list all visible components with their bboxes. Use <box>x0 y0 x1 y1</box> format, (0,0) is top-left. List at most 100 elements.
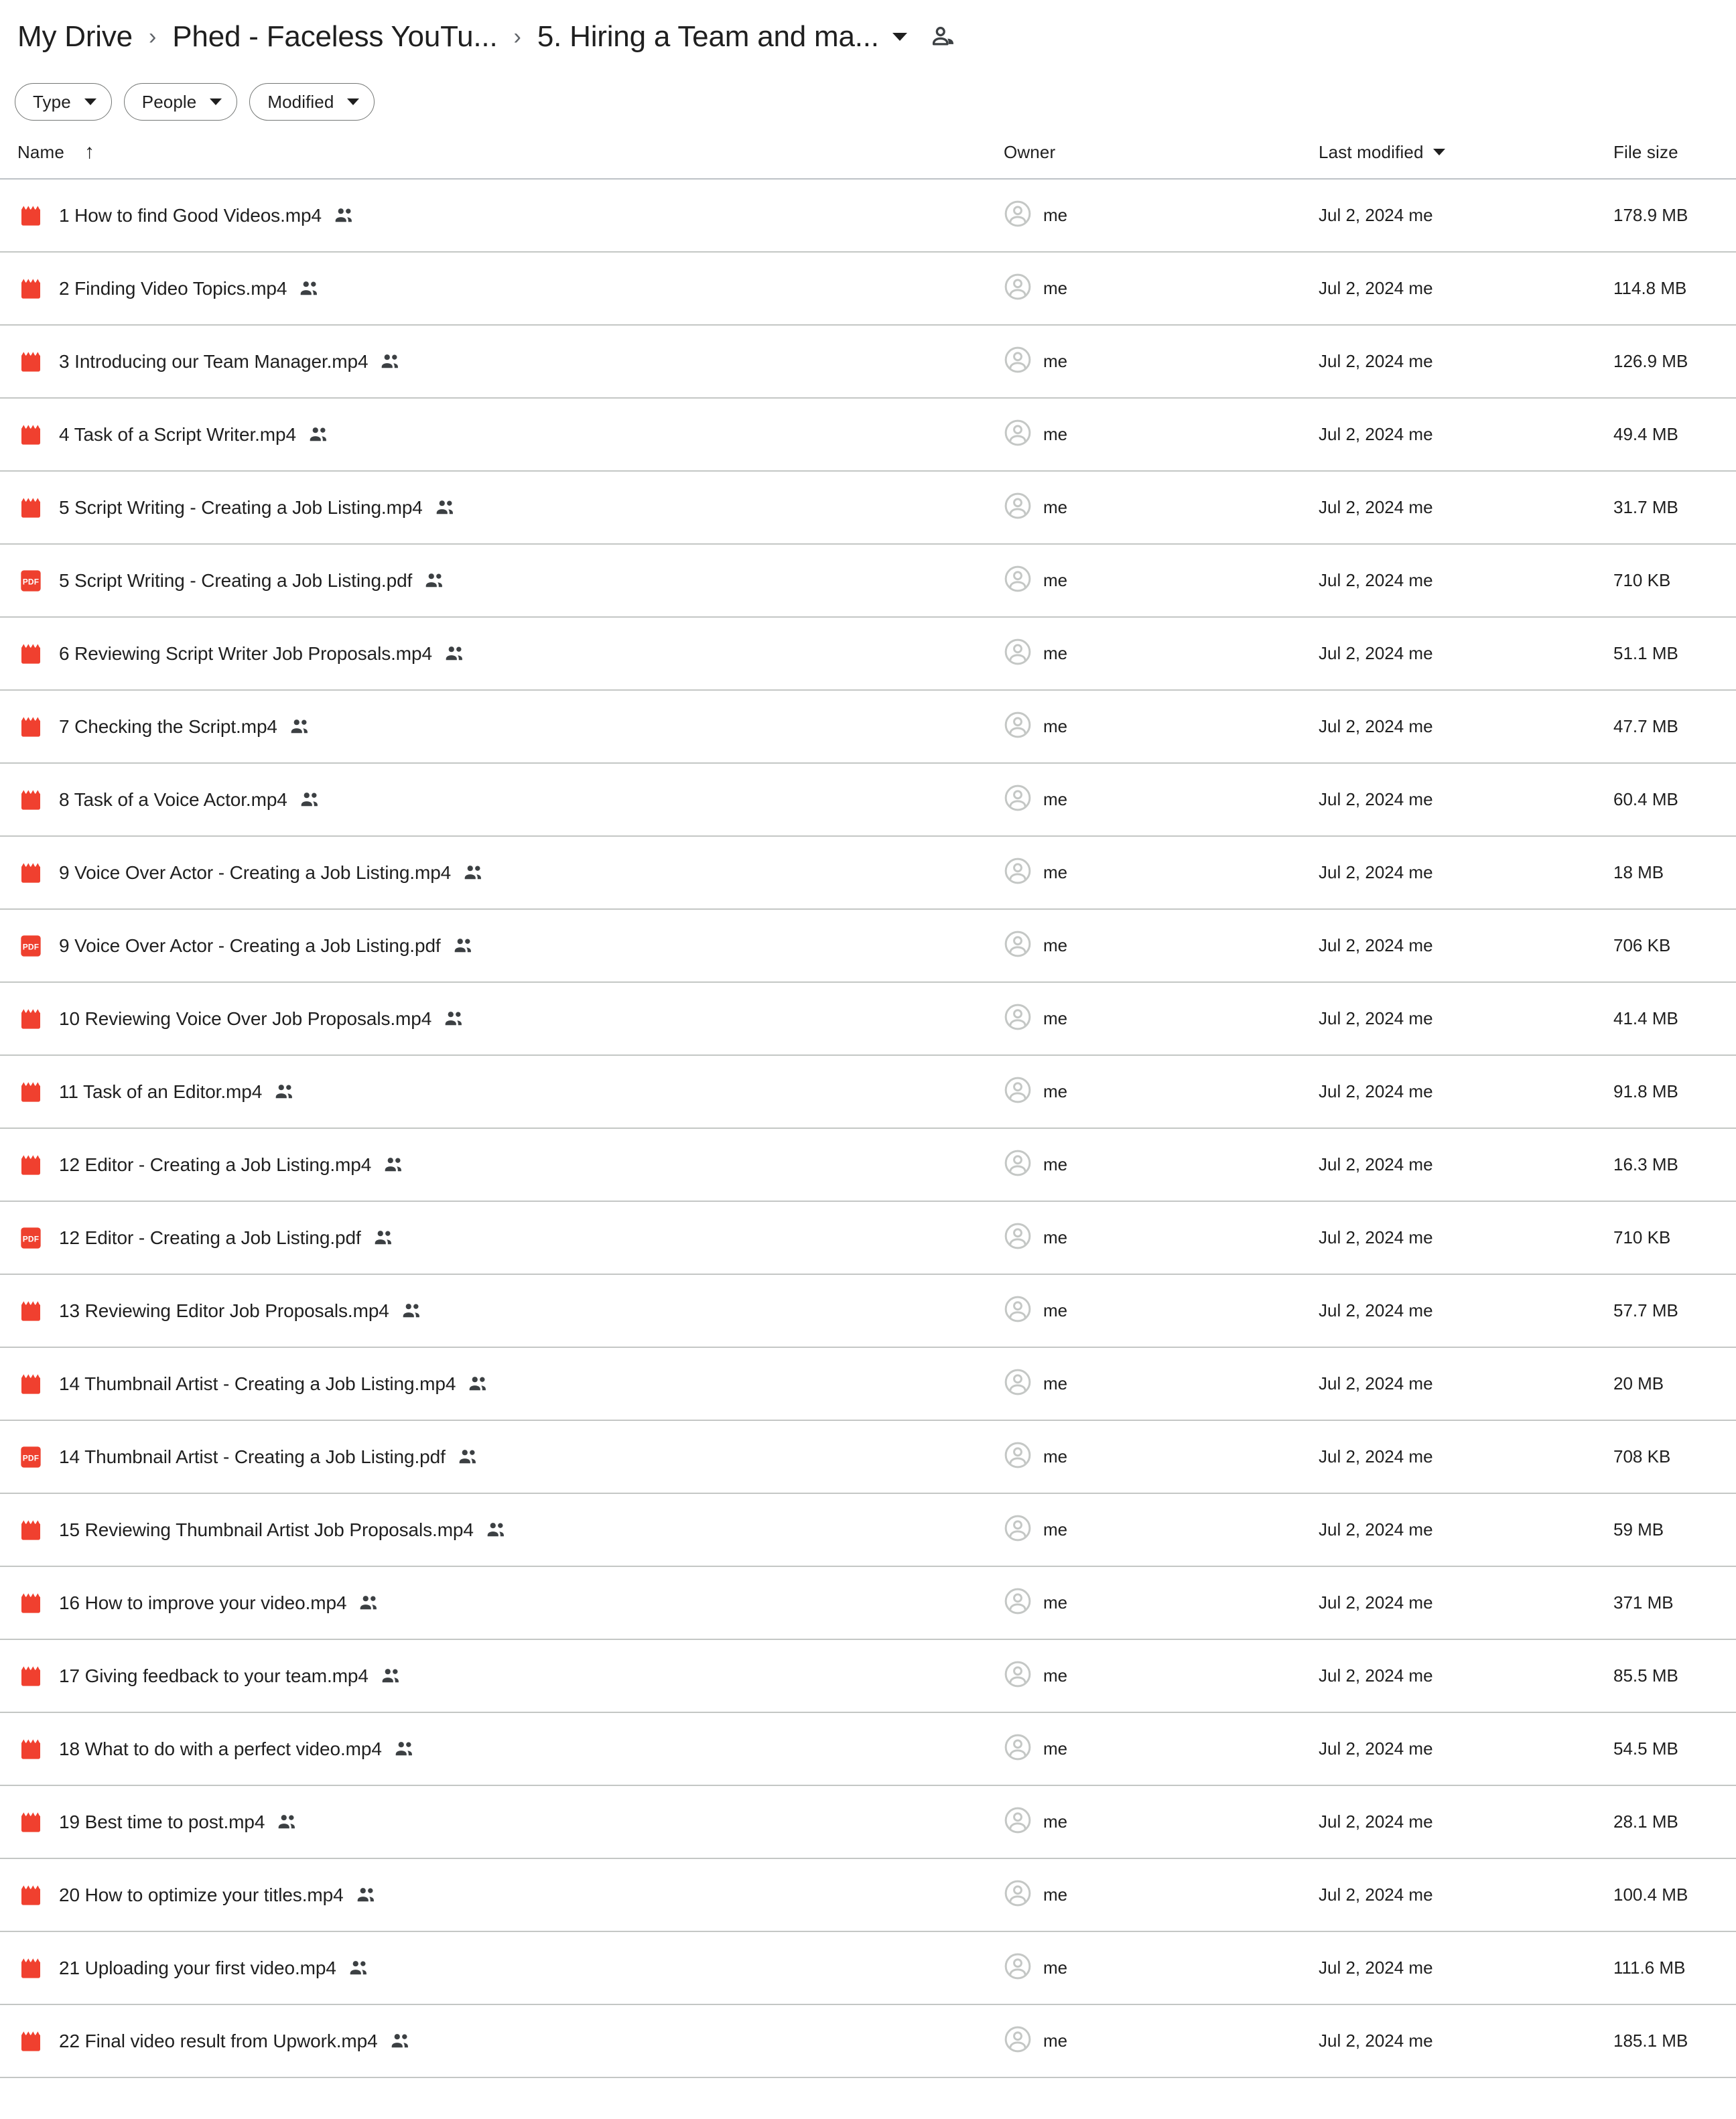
file-name-cell[interactable]: PDF 9 Voice Over Actor - Creating a Job L… <box>17 933 1004 959</box>
avatar <box>1004 1952 1032 1984</box>
file-name-cell[interactable]: 11 Task of an Editor.mp4 <box>17 1079 1004 1105</box>
filter-chip-modified[interactable]: Modified <box>249 83 375 121</box>
file-name-cell[interactable]: 20 How to optimize your titles.mp4 <box>17 1882 1004 1909</box>
video-file-icon <box>17 275 59 302</box>
last-modified-cell: Jul 2, 2024 me <box>1319 1373 1433 1393</box>
file-name-label: 20 How to optimize your titles.mp4 <box>59 1884 344 1905</box>
table-row[interactable]: 6 Reviewing Script Writer Job Proposals.… <box>0 618 1736 689</box>
table-row[interactable]: 12 Editor - Creating a Job Listing.mp4 me… <box>0 1129 1736 1201</box>
table-row[interactable]: 9 Voice Over Actor - Creating a Job List… <box>0 837 1736 908</box>
file-name-cell[interactable]: PDF 12 Editor - Creating a Job Listing.pd… <box>17 1225 1004 1251</box>
chevron-down-icon[interactable] <box>892 33 907 41</box>
file-name-cell[interactable]: 19 Best time to post.mp4 <box>17 1809 1004 1836</box>
file-name-cell[interactable]: 9 Voice Over Actor - Creating a Job List… <box>17 860 1004 886</box>
owner-name-label: me <box>1043 1081 1068 1101</box>
owner-name-label: me <box>1043 643 1068 663</box>
last-modified-cell: Jul 2, 2024 me <box>1319 862 1433 882</box>
table-row[interactable]: 15 Reviewing Thumbnail Artist Job Propos… <box>0 1494 1736 1566</box>
avatar <box>1004 638 1032 669</box>
file-name-label: 10 Reviewing Voice Over Job Proposals.mp… <box>59 1008 432 1029</box>
owner-cell: me <box>1004 1368 1319 1399</box>
avatar <box>1004 784 1032 815</box>
video-file-icon <box>17 787 59 813</box>
table-row[interactable]: 20 How to optimize your titles.mp4 me Jul … <box>0 1859 1736 1931</box>
table-row[interactable]: PDF 14 Thumbnail Artist - Creating a Job … <box>0 1421 1736 1493</box>
table-row[interactable]: PDF 9 Voice Over Actor - Creating a Job L… <box>0 910 1736 981</box>
file-name-cell[interactable]: PDF 5 Script Writing - Creating a Job Lis… <box>17 567 1004 594</box>
table-row[interactable]: 11 Task of an Editor.mp4 me Jul 2, 2024 me… <box>0 1056 1736 1127</box>
owner-cell: me <box>1004 638 1319 669</box>
owner-cell: me <box>1004 1660 1319 1692</box>
file-name-cell[interactable]: 8 Task of a Voice Actor.mp4 <box>17 787 1004 813</box>
shared-icon <box>299 789 322 811</box>
last-modified-cell: Jul 2, 2024 me <box>1319 1885 1433 1905</box>
file-name-cell[interactable]: 7 Checking the Script.mp4 <box>17 713 1004 740</box>
table-row[interactable]: PDF 12 Editor - Creating a Job Listing.pd… <box>0 1202 1736 1274</box>
table-row[interactable]: 21 Uploading your first video.mp4 me Jul 2… <box>0 1932 1736 2004</box>
last-modified-cell: Jul 2, 2024 me <box>1319 1592 1433 1613</box>
file-size-cell: 51.1 MB <box>1613 643 1678 663</box>
table-row[interactable]: 17 Giving feedback to your team.mp4 me Jul… <box>0 1640 1736 1712</box>
table-row[interactable]: 13 Reviewing Editor Job Proposals.mp4 me J… <box>0 1275 1736 1347</box>
file-name-cell[interactable]: 21 Uploading your first video.mp4 <box>17 1955 1004 1982</box>
breadcrumb-item-current-folder[interactable]: 5. Hiring a Team and ma... <box>537 20 879 54</box>
owner-cell: me <box>1004 273 1319 304</box>
table-row[interactable]: PDF 5 Script Writing - Creating a Job Lis… <box>0 545 1736 616</box>
file-name-cell[interactable]: 5 Script Writing - Creating a Job Listin… <box>17 494 1004 521</box>
table-row[interactable]: 2 Finding Video Topics.mp4 me Jul 2, 2024 … <box>0 253 1736 324</box>
breadcrumb-item-my-drive[interactable]: My Drive <box>17 20 133 54</box>
table-row[interactable]: 10 Reviewing Voice Over Job Proposals.mp… <box>0 983 1736 1054</box>
file-name-cell[interactable]: 16 How to improve your video.mp4 <box>17 1590 1004 1617</box>
table-row[interactable]: 5 Script Writing - Creating a Job Listin… <box>0 472 1736 543</box>
file-name-label: 1 How to find Good Videos.mp4 <box>59 204 322 226</box>
table-row[interactable]: 4 Task of a Script Writer.mp4 me Jul 2, 20… <box>0 399 1736 470</box>
video-file-icon <box>17 1517 59 1544</box>
file-size-cell: 710 KB <box>1613 1227 1671 1247</box>
file-name-label: 18 What to do with a perfect video.mp4 <box>59 1738 382 1759</box>
last-modified-cell: Jul 2, 2024 me <box>1319 1081 1433 1101</box>
file-name-cell[interactable]: 3 Introducing our Team Manager.mp4 <box>17 348 1004 375</box>
last-modified-cell: Jul 2, 2024 me <box>1319 351 1433 371</box>
shared-icon <box>467 1373 490 1395</box>
table-row[interactable]: 7 Checking the Script.mp4 me Jul 2, 2024 m… <box>0 691 1736 762</box>
file-name-cell[interactable]: 1 How to find Good Videos.mp4 <box>17 202 1004 229</box>
file-name-cell[interactable]: PDF 14 Thumbnail Artist - Creating a Job … <box>17 1444 1004 1471</box>
file-name-cell[interactable]: 6 Reviewing Script Writer Job Proposals.… <box>17 640 1004 667</box>
file-name-cell[interactable]: 14 Thumbnail Artist - Creating a Job Lis… <box>17 1371 1004 1397</box>
file-name-cell[interactable]: 4 Task of a Script Writer.mp4 <box>17 421 1004 448</box>
table-row[interactable]: 16 How to improve your video.mp4 me Jul 2,… <box>0 1567 1736 1639</box>
svg-text:PDF: PDF <box>23 577 39 586</box>
owner-name-label: me <box>1043 789 1068 809</box>
last-modified-cell: Jul 2, 2024 me <box>1319 1300 1433 1320</box>
filter-chip-people[interactable]: People <box>123 83 238 121</box>
table-row[interactable]: 3 Introducing our Team Manager.mp4 me Jul … <box>0 326 1736 397</box>
avatar <box>1004 857 1032 888</box>
file-name-cell[interactable]: 12 Editor - Creating a Job Listing.mp4 <box>17 1152 1004 1178</box>
table-row[interactable]: 19 Best time to post.mp4 me Jul 2, 2024 me… <box>0 1786 1736 1858</box>
file-name-cell[interactable]: 10 Reviewing Voice Over Job Proposals.mp… <box>17 1006 1004 1032</box>
video-file-icon <box>17 640 59 667</box>
owner-name-label: me <box>1043 862 1068 882</box>
file-name-cell[interactable]: 13 Reviewing Editor Job Proposals.mp4 <box>17 1298 1004 1324</box>
table-row[interactable]: 8 Task of a Voice Actor.mp4 me Jul 2, 2024… <box>0 764 1736 835</box>
table-row[interactable]: 14 Thumbnail Artist - Creating a Job Lis… <box>0 1348 1736 1420</box>
table-row[interactable]: 22 Final video result from Upwork.mp4 me J… <box>0 2005 1736 2077</box>
file-name-cell[interactable]: 2 Finding Video Topics.mp4 <box>17 275 1004 302</box>
owner-cell: me <box>1004 419 1319 450</box>
avatar <box>1004 1149 1032 1180</box>
column-header-file-size[interactable]: File size <box>1613 142 1721 163</box>
file-name-cell[interactable]: 17 Giving feedback to your team.mp4 <box>17 1663 1004 1690</box>
column-header-last-modified[interactable]: Last modified <box>1319 142 1613 163</box>
table-row[interactable]: 18 What to do with a perfect video.mp4 me… <box>0 1713 1736 1785</box>
shared-icon <box>389 2030 412 2053</box>
file-name-cell[interactable]: 18 What to do with a perfect video.mp4 <box>17 1736 1004 1763</box>
file-name-cell[interactable]: 15 Reviewing Thumbnail Artist Job Propos… <box>17 1517 1004 1544</box>
avatar <box>1004 1514 1032 1546</box>
filter-chip-type[interactable]: Type <box>15 83 112 121</box>
table-row[interactable]: 1 How to find Good Videos.mp4 me Jul 2, 20… <box>0 180 1736 251</box>
column-header-owner[interactable]: Owner <box>1004 142 1319 163</box>
breadcrumb-item-phed[interactable]: Phed - Faceless YouTu... <box>172 20 497 54</box>
people-share-icon[interactable] <box>930 23 958 51</box>
column-header-name[interactable]: Name ↑ <box>17 142 1004 163</box>
file-name-cell[interactable]: 22 Final video result from Upwork.mp4 <box>17 2028 1004 2055</box>
